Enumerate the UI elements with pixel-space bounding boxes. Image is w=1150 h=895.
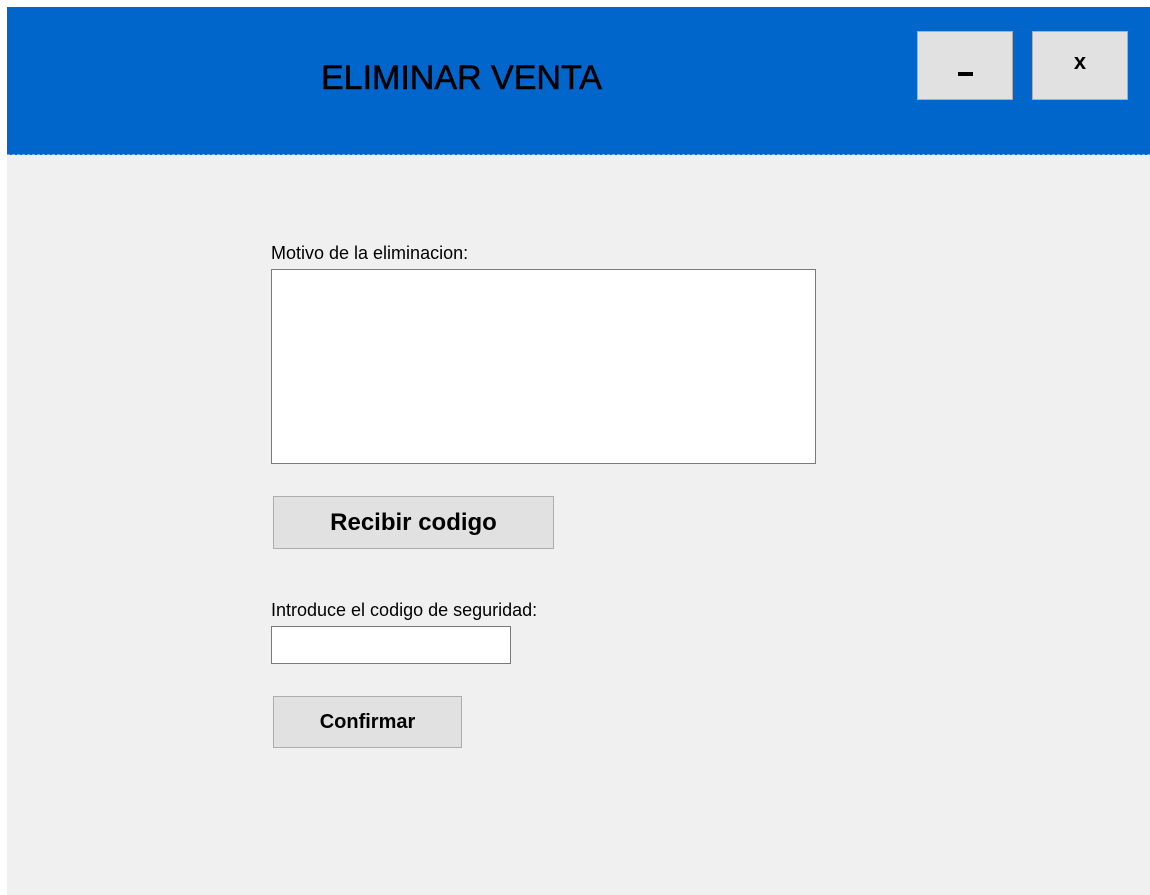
close-button[interactable]: x [1032, 31, 1128, 100]
close-icon: x [1073, 48, 1087, 74]
confirmar-button[interactable]: Confirmar [273, 696, 462, 748]
minimize-button[interactable] [917, 31, 1013, 100]
minimize-icon [957, 71, 973, 76]
motivo-label: Motivo de la eliminacion: [271, 243, 469, 263]
codigo-label: Introduce el codigo de seguridad: [271, 600, 538, 620]
codigo-seguridad-input[interactable] [271, 626, 511, 664]
title-bar: ELIMINAR VENTA x [7, 7, 1150, 155]
motivo-textarea[interactable] [271, 269, 816, 464]
window-title: ELIMINAR VENTA [321, 59, 602, 98]
eliminar-venta-window: ELIMINAR VENTA x Motivo de la eliminacio… [7, 7, 1150, 895]
recibir-codigo-button[interactable]: Recibir codigo [273, 496, 554, 549]
